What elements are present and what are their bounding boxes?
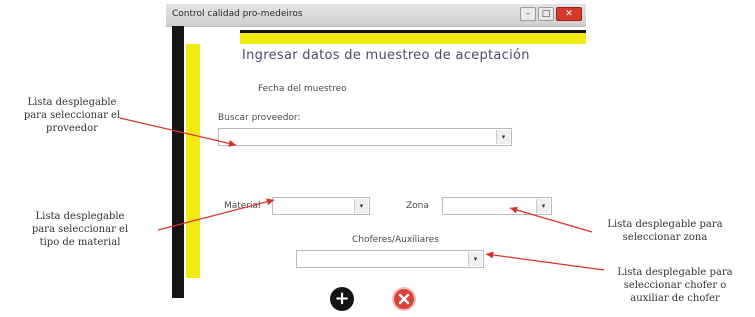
arrow-material [157, 198, 275, 231]
arrow-zona [509, 206, 593, 233]
annotation-arrows [119, 117, 605, 271]
arrow-proveedor [119, 117, 237, 147]
arrow-chofer [485, 251, 605, 271]
